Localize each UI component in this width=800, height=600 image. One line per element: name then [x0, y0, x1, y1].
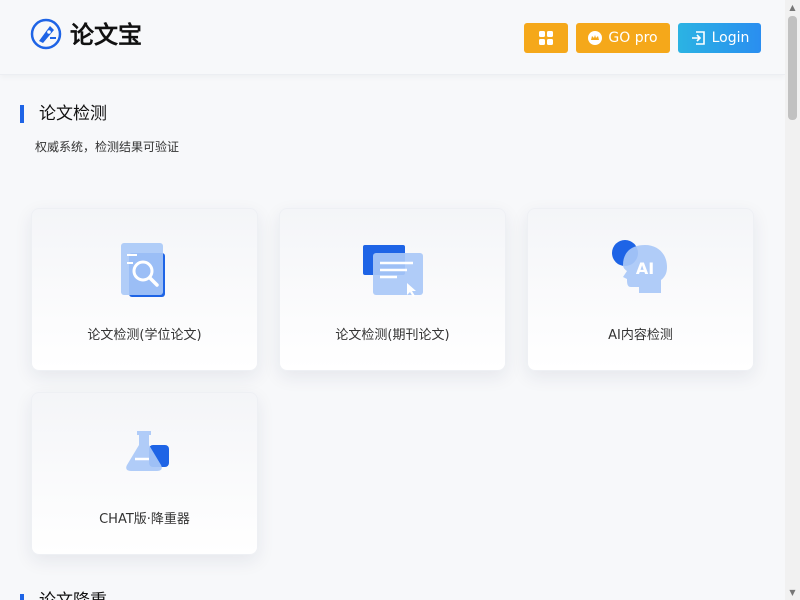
svg-text:AI: AI: [635, 259, 653, 278]
card-chat-rewriter[interactable]: CHAT版·降重器: [31, 392, 258, 555]
card-ai-content-check[interactable]: AI AI内容检测: [527, 208, 754, 371]
card-journal-paper-check[interactable]: 论文检测(期刊论文): [279, 208, 506, 371]
flask-icon: [113, 423, 177, 487]
card-label: CHAT版·降重器: [99, 512, 190, 527]
login-icon: [691, 31, 705, 45]
login-button[interactable]: Login: [678, 23, 761, 53]
scroll-down-arrow-icon[interactable]: ▼: [785, 585, 800, 600]
grid-icon: [539, 31, 553, 45]
section-subtitle: 权威系统，检测结果可验证: [35, 140, 180, 154]
vertical-scrollbar[interactable]: ▲ ▼: [785, 0, 800, 600]
document-search-icon: [113, 239, 177, 303]
scrollbar-thumb[interactable]: [788, 16, 797, 120]
document-cursor-icon: [361, 239, 425, 303]
section-accent-bar: [20, 594, 24, 600]
card-label: AI内容检测: [608, 328, 673, 343]
login-label: Login: [711, 30, 750, 46]
go-pro-label: GO pro: [608, 30, 658, 46]
scroll-up-arrow-icon[interactable]: ▲: [785, 0, 800, 15]
logo-icon[interactable]: [30, 18, 62, 50]
section-accent-bar: [20, 105, 24, 123]
section-title: 论文检测: [39, 104, 107, 124]
brand-name[interactable]: 论文宝: [70, 20, 142, 50]
go-pro-button[interactable]: GO pro: [576, 23, 670, 53]
ai-head-icon: AI: [609, 239, 673, 303]
section-title: 论文降重: [39, 591, 107, 600]
top-header: 论文宝 GO pro Login: [0, 0, 785, 75]
card-label: 论文检测(期刊论文): [335, 328, 450, 343]
card-degree-thesis-check[interactable]: 论文检测(学位论文): [31, 208, 258, 371]
card-label: 论文检测(学位论文): [87, 328, 202, 343]
apps-button[interactable]: [524, 23, 568, 53]
crown-icon: [588, 31, 603, 45]
